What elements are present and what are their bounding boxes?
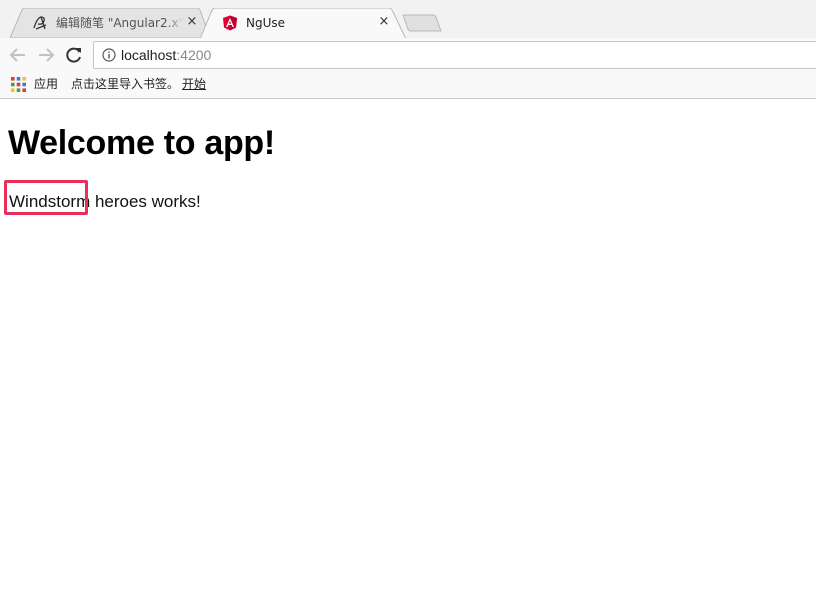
info-icon[interactable] [102,48,116,62]
back-arrow-icon[interactable] [7,44,29,66]
close-tab-icon[interactable]: × [184,14,200,30]
url-port: :4200 [176,47,212,63]
url-text[interactable]: localhost:4200 [121,47,211,64]
close-tab-icon[interactable]: × [376,14,392,30]
tab-title-fade [166,15,184,31]
bookmarks-bar: 应用 点击这里导入书签。 开始 [0,72,816,98]
address-bar[interactable]: localhost:4200 [93,41,816,69]
angular-logo-icon [223,15,237,31]
url-host: localhost [121,47,177,63]
tab-ngUse[interactable]: NgUse × [200,8,406,39]
toolbar: localhost:4200 [0,38,816,72]
tab-strip: 编辑随笔 "Angular2.x" - × NgUse × [0,0,816,39]
tab-blog-editor[interactable]: 编辑随笔 "Angular2.x" - × [10,8,210,38]
apps-grid-icon[interactable] [11,77,26,92]
forward-arrow-icon[interactable] [35,44,57,66]
blog-icon [33,16,47,30]
browser-chrome: 编辑随笔 "Angular2.x" - × NgUse × localhost:… [0,0,816,99]
page-title: Welcome to app! [8,124,275,162]
page-content: Welcome to app! Windstorm heroes works! [0,99,816,614]
highlight-annotation [4,180,88,215]
tab-title: NgUse [246,16,286,30]
bookmark-apps[interactable]: 应用 [34,76,58,92]
bookmark-import-hint: 点击这里导入书签。 [71,77,180,91]
reload-icon[interactable] [63,44,85,66]
bookmark-start-link[interactable]: 开始 [182,76,206,92]
new-tab-button[interactable] [402,14,442,32]
tab-title: 编辑随笔 "Angular2.x" - [56,16,184,30]
